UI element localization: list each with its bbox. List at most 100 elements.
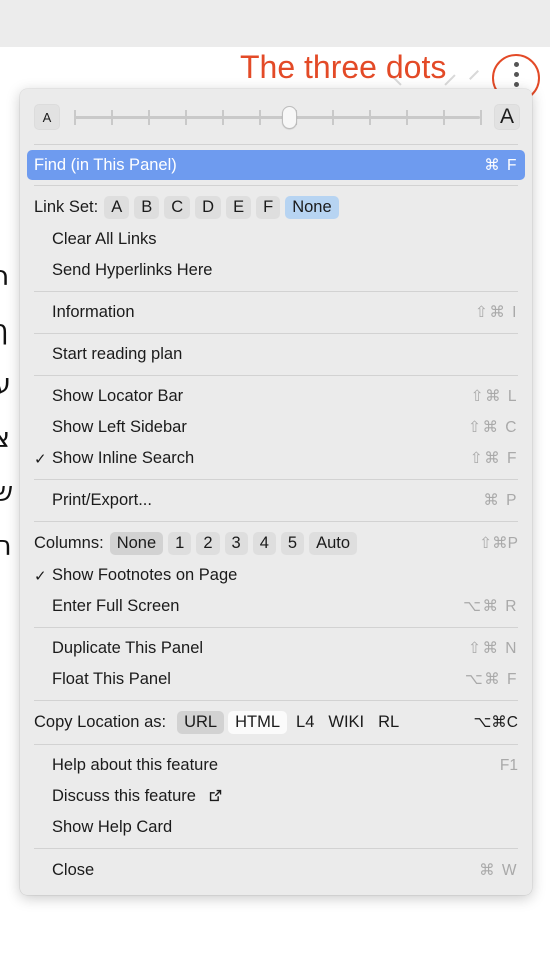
link-set-option-f[interactable]: F: [256, 195, 281, 220]
external-link-icon: [208, 788, 223, 803]
menu-divider: [34, 848, 518, 849]
slider-tick: [480, 110, 482, 125]
menu-item-shortcut: ⇧⌘ N: [468, 640, 518, 657]
menu-item-clear-all-links[interactable]: Clear All Links: [20, 224, 532, 255]
menu-item-shortcut: ⌥⌘ R: [463, 598, 518, 615]
menu-item-shortcut: F1: [499, 756, 518, 774]
slider-track: [74, 116, 480, 119]
menu-item-show-help-card[interactable]: Show Help Card: [20, 812, 532, 843]
font-size-slider[interactable]: [74, 104, 482, 130]
menu-row-link-set: Link Set: A B C D E F None: [20, 191, 532, 224]
columns-option-3[interactable]: 3: [224, 531, 248, 556]
menu-item-label: Start reading plan: [52, 345, 183, 363]
menu-divider: [34, 700, 518, 701]
menu-item-enter-full-screen[interactable]: Enter Full Screen ⌥⌘ R: [20, 591, 532, 622]
slider-tick: [147, 110, 150, 125]
menu-divider: [34, 185, 518, 186]
menu-divider: [34, 479, 518, 480]
menu-item-find-in-this-panel[interactable]: Find (in This Panel) ⌘ F: [27, 150, 525, 180]
menu-divider: [34, 291, 518, 292]
copy-location-option-wiki[interactable]: WIKI: [323, 711, 369, 735]
copy-location-option-rl[interactable]: RL: [373, 711, 404, 735]
menu-item-show-left-sidebar[interactable]: Show Left Sidebar ⇧⌘ C: [20, 412, 532, 443]
menu-item-discuss-this-feature[interactable]: Discuss this feature: [20, 781, 532, 812]
menu-item-shortcut: ⌘ F: [484, 156, 518, 174]
menu-item-label: Show Footnotes on Page: [52, 566, 238, 584]
copy-location-option-l4[interactable]: L4: [291, 711, 319, 735]
slider-tick: [221, 110, 224, 125]
columns-option-auto[interactable]: Auto: [309, 531, 358, 556]
font-size-increase-button[interactable]: A: [494, 104, 520, 130]
menu-item-print-export[interactable]: Print/Export... ⌘ P: [20, 485, 532, 516]
copy-location-label: Copy Location as:: [34, 713, 167, 731]
menu-item-label: Help about this feature: [52, 756, 219, 774]
panel-context-menu: A A Find (in This Panel) ⌘ F Link Set: A…: [20, 89, 532, 895]
menu-item-label: Send Hyperlinks Here: [52, 261, 213, 279]
menu-item-show-footnotes-on-page[interactable]: ✓ Show Footnotes on Page: [20, 560, 532, 591]
menu-item-label: Duplicate This Panel: [52, 639, 204, 657]
menu-item-help-about-this-feature[interactable]: Help about this feature F1: [20, 750, 532, 781]
checkmark-icon: ✓: [34, 567, 47, 585]
menu-item-shortcut: ⇧⌘ L: [470, 388, 518, 405]
columns-option-2[interactable]: 2: [196, 531, 220, 556]
link-set-label: Link Set:: [34, 198, 99, 216]
menu-divider: [34, 744, 518, 745]
slider-tick: [406, 110, 409, 125]
menu-item-label: Enter Full Screen: [52, 597, 180, 615]
menu-item-float-this-panel[interactable]: Float This Panel ⌥⌘ F: [20, 664, 532, 695]
columns-label: Columns:: [34, 534, 104, 552]
slider-tick: [443, 110, 446, 125]
menu-divider: [34, 521, 518, 522]
link-set-option-b[interactable]: B: [134, 195, 160, 220]
slider-tick: [110, 110, 113, 125]
link-set-option-none[interactable]: None: [285, 195, 339, 220]
copy-location-option-url[interactable]: URL: [177, 710, 225, 735]
menu-item-label: Print/Export...: [52, 491, 152, 509]
link-set-option-d[interactable]: D: [195, 195, 222, 220]
menu-item-show-inline-search[interactable]: ✓ Show Inline Search ⇧⌘ F: [20, 443, 532, 474]
menu-item-label: Show Left Sidebar: [52, 418, 187, 436]
menu-item-label: Close: [52, 861, 95, 879]
copy-location-option-html[interactable]: HTML: [228, 710, 288, 735]
copy-location-shortcut: ⌥⌘C: [473, 714, 518, 731]
menu-item-show-locator-bar[interactable]: Show Locator Bar ⇧⌘ L: [20, 381, 532, 412]
menu-item-label: Find (in This Panel): [34, 155, 177, 174]
menu-item-shortcut: ⇧⌘ F: [469, 450, 518, 467]
menu-item-label: Show Inline Search: [52, 449, 195, 467]
font-size-decrease-button[interactable]: A: [34, 104, 60, 130]
slider-tick: [369, 110, 372, 125]
annotation-label: The three dots: [240, 49, 447, 85]
menu-item-information[interactable]: Information ⇧⌘ I: [20, 297, 532, 328]
columns-option-4[interactable]: 4: [252, 531, 276, 556]
menu-divider: [34, 627, 518, 628]
slider-tick: [184, 110, 187, 125]
link-set-option-a[interactable]: A: [104, 195, 130, 220]
slider-tick: [332, 110, 335, 125]
menu-item-duplicate-this-panel[interactable]: Duplicate This Panel ⇧⌘ N: [20, 633, 532, 664]
menu-divider: [34, 333, 518, 334]
menu-item-label: Discuss this feature: [52, 787, 196, 805]
menu-item-shortcut: ⇧⌘ C: [468, 419, 518, 436]
menu-item-send-hyperlinks-here[interactable]: Send Hyperlinks Here: [20, 255, 532, 286]
menu-item-close[interactable]: Close ⌘ W: [20, 854, 532, 887]
menu-item-start-reading-plan[interactable]: Start reading plan: [20, 339, 532, 370]
font-size-slider-row: A A: [20, 95, 532, 139]
menu-divider: [34, 144, 518, 145]
menu-item-shortcut: ⌥⌘ F: [464, 671, 518, 688]
checkmark-icon: ✓: [34, 450, 47, 468]
menu-item-label: Show Help Card: [52, 818, 173, 836]
menu-divider: [34, 375, 518, 376]
menu-item-shortcut: ⌘ W: [479, 862, 518, 879]
link-set-option-c[interactable]: C: [164, 195, 191, 220]
menu-row-copy-location: Copy Location as: URL HTML L4 WIKI RL ⌥⌘…: [20, 706, 532, 739]
link-set-option-e[interactable]: E: [226, 195, 252, 220]
menu-item-label: Show Locator Bar: [52, 387, 184, 405]
slider-tick: [258, 110, 261, 125]
columns-option-5[interactable]: 5: [280, 531, 305, 556]
menu-item-label: Float This Panel: [52, 670, 171, 688]
menu-row-columns: Columns: None 1 2 3 4 5 Auto ⇧⌘P: [20, 527, 532, 560]
slider-tick: [74, 110, 76, 125]
columns-option-none[interactable]: None: [109, 531, 164, 556]
slider-thumb[interactable]: [281, 106, 297, 129]
columns-option-1[interactable]: 1: [168, 531, 192, 556]
